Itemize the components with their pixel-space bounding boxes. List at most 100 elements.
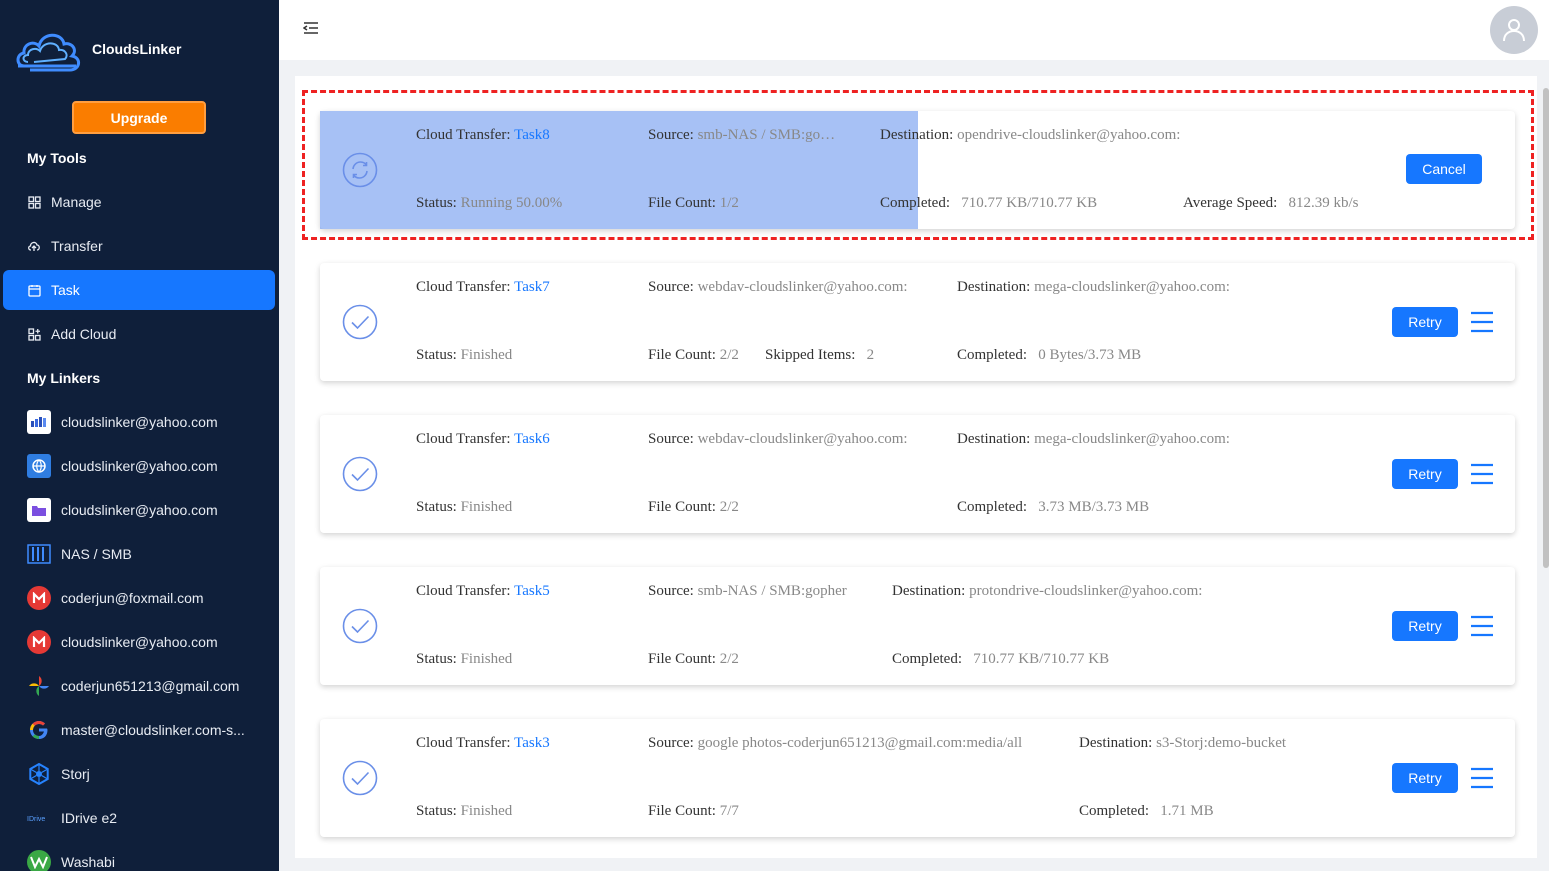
task-skipped-items: Skipped Items: 2	[765, 347, 875, 363]
task-name-link[interactable]: Task5	[514, 583, 550, 599]
linker-item[interactable]: cloudslinker@yahoo.com	[27, 409, 218, 435]
task-source: Source: smb-NAS / SMB:gopher	[648, 583, 847, 599]
sidebar-item-manage[interactable]: Manage	[3, 182, 275, 222]
task-status: Status: Finished	[416, 499, 513, 515]
linker-item[interactable]: master@cloudslinker.com-s...	[27, 717, 245, 743]
task-file-count: File Count: 2/2	[648, 347, 739, 363]
highlight-box	[302, 90, 1534, 240]
task-name-link[interactable]: Task6	[514, 431, 550, 447]
task-destination: Destination: protondrive-cloudslinker@ya…	[892, 583, 1203, 599]
webdav-icon	[27, 454, 51, 478]
linker-item[interactable]: cloudslinker@yahoo.com	[27, 453, 218, 479]
linker-item[interactable]: cloudslinker@yahoo.com	[27, 629, 218, 655]
protondrive-icon	[27, 498, 51, 522]
linker-label: NAS / SMB	[61, 546, 132, 562]
linker-item[interactable]: coderjun651213@gmail.com	[27, 673, 239, 699]
task-file-count: File Count: 7/7	[648, 803, 739, 819]
linker-item[interactable]: coderjun@foxmail.com	[27, 585, 204, 611]
task-name-link[interactable]: Task7	[514, 279, 550, 295]
task-card: Cloud Transfer: Task7 Source: webdav-clo…	[320, 263, 1515, 381]
sidebar-item-transfer[interactable]: Transfer	[3, 226, 275, 266]
storj-icon	[27, 762, 51, 786]
task-title: Cloud Transfer: Task7	[416, 279, 550, 295]
menu-fold-icon[interactable]	[302, 21, 319, 40]
opendrive-icon	[27, 410, 51, 434]
task-name-link[interactable]: Task3	[514, 735, 550, 751]
linker-label: cloudslinker@yahoo.com	[61, 414, 218, 430]
task-source: Source: google photos-coderjun651213@gma…	[648, 735, 1023, 751]
task-destination: Destination: mega-cloudslinker@yahoo.com…	[957, 431, 1230, 447]
check-circle-icon	[342, 608, 378, 644]
linker-label: coderjun@foxmail.com	[61, 590, 204, 606]
my-tools-title: My Tools	[27, 150, 87, 166]
task-completed: Completed: 3.73 MB/3.73 MB	[957, 499, 1150, 515]
cloud-logo-icon	[16, 33, 80, 72]
top-header	[279, 0, 1549, 60]
task-completed: Completed: 1.71 MB	[1079, 803, 1214, 819]
app-name: CloudsLinker	[92, 41, 182, 57]
linker-item[interactable]: cloudslinker@yahoo.com	[27, 497, 218, 523]
retry-button[interactable]: Retry	[1392, 611, 1458, 641]
task-card: Cloud Transfer: Task3 Source: google pho…	[320, 719, 1515, 837]
linker-label: coderjun651213@gmail.com	[61, 678, 240, 694]
retry-button[interactable]: Retry	[1392, 763, 1458, 793]
retry-button[interactable]: Retry	[1392, 459, 1458, 489]
sidebar-item-label: Manage	[51, 194, 102, 210]
check-circle-icon	[342, 304, 378, 340]
task-status: Status: Finished	[416, 803, 513, 819]
sidebar-item-add-cloud[interactable]: Add Cloud	[3, 314, 275, 354]
task-file-count: File Count: 2/2	[648, 651, 739, 667]
calendar-icon	[27, 283, 41, 297]
scrollbar[interactable]	[1543, 88, 1549, 568]
cloud-upload-icon	[27, 239, 41, 253]
linker-item[interactable]: NAS / SMB	[27, 541, 132, 567]
menu-list-icon[interactable]	[1471, 463, 1493, 485]
check-circle-icon	[342, 456, 378, 492]
linker-label: Washabi	[61, 854, 115, 870]
menu-list-icon[interactable]	[1471, 615, 1493, 637]
user-icon	[1503, 19, 1525, 42]
linker-label: cloudslinker@yahoo.com	[61, 502, 218, 518]
task-status: Status: Finished	[416, 651, 513, 667]
task-completed: Completed: 710.77 KB/710.77 KB	[892, 651, 1110, 667]
linker-label: cloudslinker@yahoo.com	[61, 634, 218, 650]
task-title: Cloud Transfer: Task3	[416, 735, 550, 751]
linker-item[interactable]: IDrive IDrive e2	[27, 805, 117, 831]
sidebar-item-label: Transfer	[51, 238, 103, 254]
app-logo[interactable]: CloudsLinker	[14, 22, 181, 76]
sidebar-item-label: Task	[51, 282, 80, 298]
google-icon	[27, 718, 51, 742]
task-status: Status: Finished	[416, 347, 513, 363]
task-source: Source: webdav-cloudslinker@yahoo.com:	[648, 431, 908, 447]
task-destination: Destination: s3-Storj:demo-bucket	[1079, 735, 1287, 751]
task-completed: Completed: 0 Bytes/3.73 MB	[957, 347, 1142, 363]
avatar[interactable]	[1490, 6, 1538, 54]
linker-label: cloudslinker@yahoo.com	[61, 458, 218, 474]
svg-text:IDrive: IDrive	[27, 816, 45, 823]
mega-icon	[27, 586, 51, 610]
retry-button[interactable]: Retry	[1392, 307, 1458, 337]
add-cloud-icon	[27, 327, 41, 341]
my-linkers-title: My Linkers	[27, 370, 101, 386]
menu-list-icon[interactable]	[1471, 311, 1493, 333]
linker-item[interactable]: Storj	[27, 761, 90, 787]
task-card: Cloud Transfer: Task6 Source: webdav-clo…	[320, 415, 1515, 533]
wasabi-icon	[27, 850, 51, 871]
task-source: Source: webdav-cloudslinker@yahoo.com:	[648, 279, 908, 295]
task-file-count: File Count: 2/2	[648, 499, 739, 515]
task-title: Cloud Transfer: Task6	[416, 431, 550, 447]
nas-icon	[27, 542, 51, 566]
linker-label: Storj	[61, 766, 90, 782]
menu-list-icon[interactable]	[1471, 767, 1493, 789]
grid-icon	[27, 195, 41, 209]
sidebar-item-label: Add Cloud	[51, 326, 117, 342]
task-title: Cloud Transfer: Task5	[416, 583, 550, 599]
task-card: Cloud Transfer: Task5 Source: smb-NAS / …	[320, 567, 1515, 685]
sidebar-item-task[interactable]: Task	[3, 270, 275, 310]
google-photos-icon	[27, 674, 51, 698]
idrive-icon: IDrive	[27, 806, 51, 830]
check-circle-icon	[342, 760, 378, 796]
task-destination: Destination: mega-cloudslinker@yahoo.com…	[957, 279, 1230, 295]
upgrade-button[interactable]: Upgrade	[72, 101, 206, 134]
linker-item[interactable]: Washabi	[27, 849, 115, 871]
